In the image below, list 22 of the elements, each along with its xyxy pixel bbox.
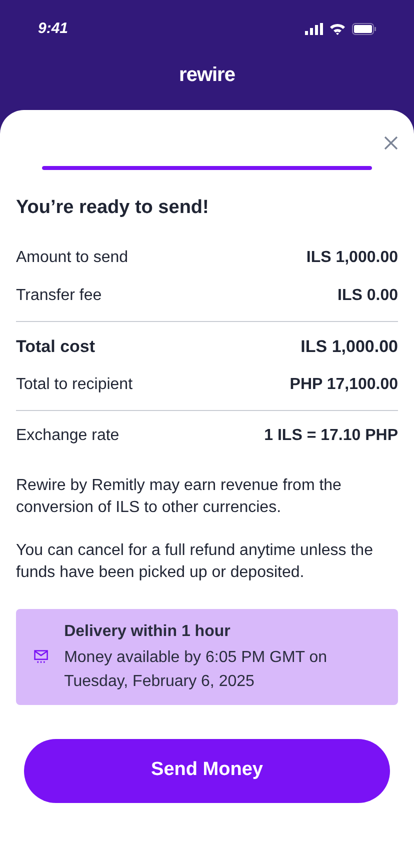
close-button[interactable]	[384, 136, 398, 150]
battery-icon	[352, 23, 376, 35]
row-label: Amount to send	[16, 248, 128, 268]
row-value: ILS 1,000.00	[300, 336, 398, 358]
row-label: Total cost	[16, 336, 96, 358]
note-text: Rewire by Remitly may earn revenue from the conversion of ILS to other currencies.	[16, 476, 342, 518]
title: You’re ready to send!	[16, 196, 210, 220]
signal-icon	[305, 23, 323, 35]
row-value: ILS 0.00	[338, 286, 398, 306]
note-text: You can cancel for a full refund anytime unless the funds have been picked up or deposited.	[16, 540, 374, 582]
row-value: ILS 1,000.00	[306, 248, 398, 268]
status-time: 9:41	[38, 18, 68, 39]
row-label: Total to recipient	[16, 374, 133, 394]
row-label: Exchange rate	[16, 426, 120, 446]
row-value: 1 ILS = 17.10 PHP	[264, 426, 398, 446]
wifi-icon	[329, 23, 346, 35]
logo: rewire	[179, 63, 235, 88]
row-value: PHP 17,100.00	[290, 374, 398, 394]
delivery-detail: Money available by 6:05 PM GMT on Tuesday, February 6, 2025	[64, 648, 328, 692]
send-money-button[interactable]: Send Money	[24, 738, 390, 802]
delivery-title: Delivery within 1 hour	[64, 622, 232, 642]
row-label: Transfer fee	[16, 286, 102, 306]
